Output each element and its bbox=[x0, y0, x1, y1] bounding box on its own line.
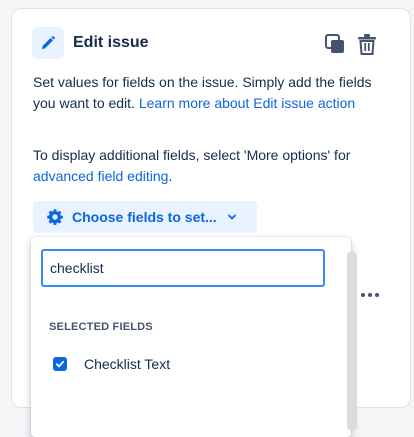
copy-icon[interactable] bbox=[322, 31, 348, 57]
checkmark-icon bbox=[55, 360, 65, 368]
fields-dropdown: SELECTED FIELDS Checklist Text bbox=[31, 237, 357, 437]
trash-icon[interactable] bbox=[354, 31, 380, 57]
panel-header: Edit issue bbox=[32, 27, 390, 59]
search-input[interactable] bbox=[41, 249, 325, 287]
page-title: Edit issue bbox=[73, 34, 149, 51]
choose-fields-button[interactable]: Choose fields to set... bbox=[33, 201, 257, 233]
description-line2: To display additional fields, select 'Mo… bbox=[33, 147, 351, 163]
list-item[interactable]: Checklist Text bbox=[31, 347, 341, 383]
choose-fields-label: Choose fields to set... bbox=[72, 209, 217, 225]
edit-issue-panel: Edit issue Set values for fields on the … bbox=[11, 8, 411, 437]
section-label: SELECTED FIELDS bbox=[49, 321, 153, 333]
pencil-icon bbox=[32, 27, 64, 59]
advanced-field-editing-link[interactable]: advanced field editing bbox=[33, 168, 168, 184]
option-label: Checklist Text bbox=[84, 356, 171, 372]
more-options-icon[interactable] bbox=[356, 284, 384, 306]
description-line2-end: . bbox=[168, 168, 173, 184]
scrollbar[interactable] bbox=[347, 251, 357, 431]
chevron-down-icon bbox=[227, 212, 237, 222]
learn-more-link[interactable]: Learn more about Edit issue action bbox=[139, 95, 355, 111]
description-text: Set values for fields on the issue. Simp… bbox=[33, 72, 383, 114]
additional-fields-text: To display additional fields, select 'Mo… bbox=[33, 145, 383, 187]
checkbox[interactable] bbox=[53, 357, 67, 371]
gear-icon bbox=[46, 208, 64, 226]
